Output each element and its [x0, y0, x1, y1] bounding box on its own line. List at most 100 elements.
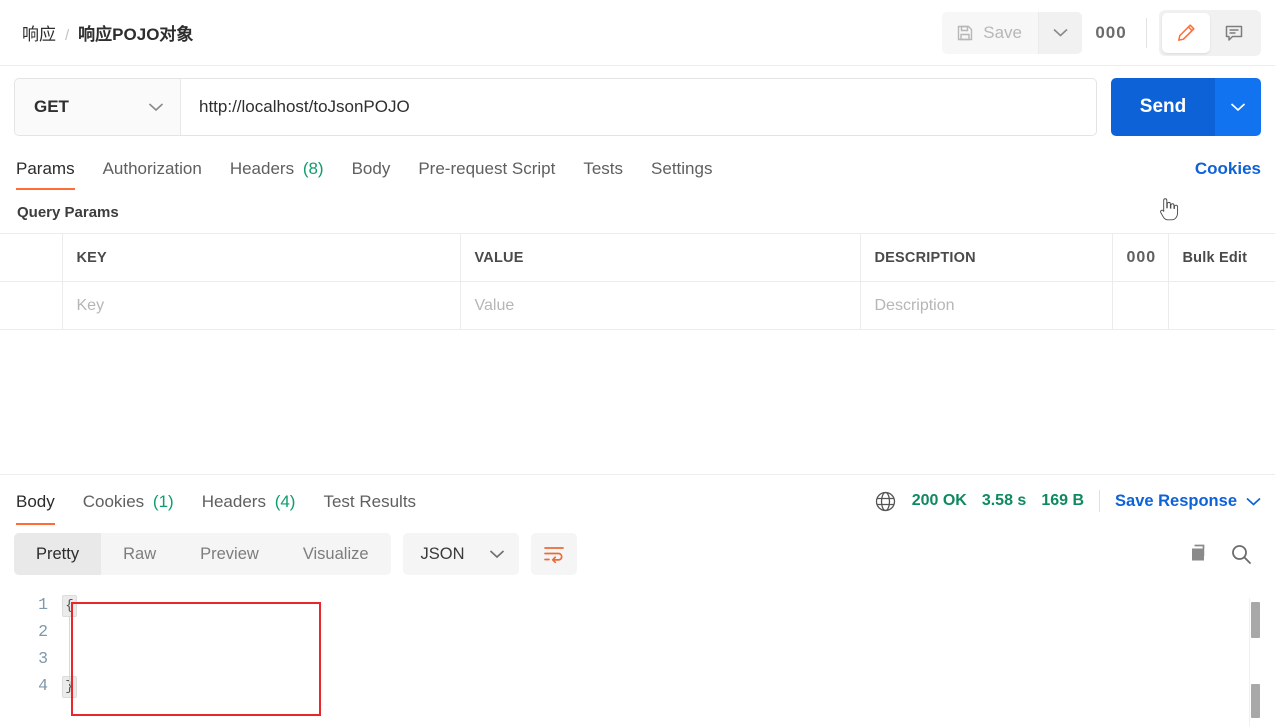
param-description-input[interactable]: Description: [860, 281, 1113, 330]
tab-authorization-label: Authorization: [102, 159, 202, 178]
column-header-description: DESCRIPTION: [860, 233, 1113, 282]
save-response-label: Save Response: [1115, 491, 1237, 510]
response-body-code: 1 2 3 4 { } "name": "itcast", "age": 15: [0, 585, 1275, 711]
http-method-value: GET: [34, 97, 69, 116]
top-bar-actions: Save 000: [942, 9, 1261, 56]
tab-pre-request-script[interactable]: Pre-request Script: [404, 159, 569, 190]
response-tab-body[interactable]: Body: [16, 478, 69, 525]
response-body-toolbar: Pretty Raw Preview Visualize JSON: [0, 527, 1275, 585]
chevron-down-icon: [1053, 28, 1068, 37]
comment-button[interactable]: [1210, 13, 1258, 53]
save-button-group: Save: [942, 11, 1082, 54]
toolbar-divider: [1146, 17, 1147, 48]
response-tab-headers[interactable]: Headers (4): [188, 478, 310, 525]
http-method-select[interactable]: GET: [15, 79, 181, 135]
request-tabs: Params Authorization Headers (8) Body Pr…: [0, 146, 1275, 190]
response-tab-test-results-label: Test Results: [323, 491, 417, 511]
tab-tests-label: Tests: [583, 159, 624, 178]
response-status-bar: 200 OK 3.58 s 169 B Save Response: [874, 490, 1261, 513]
line-number: 1: [38, 595, 48, 614]
response-tab-cookies-count: (1): [152, 491, 174, 511]
tab-headers-count: (8): [302, 159, 324, 178]
fold-guide-line: [69, 616, 70, 684]
body-format-select[interactable]: JSON: [402, 533, 519, 575]
breadcrumb-current: 响应POJO对象: [78, 25, 194, 44]
tab-settings-label: Settings: [651, 159, 713, 178]
table-row: Key Value Description: [0, 281, 1275, 330]
code-content[interactable]: "name": "itcast", "age": 15: [84, 591, 292, 711]
param-key-input[interactable]: Key: [62, 281, 461, 330]
response-time: 3.58 s: [981, 492, 1027, 509]
send-button-group: Send: [1111, 78, 1261, 136]
scrollbar-thumb-bottom[interactable]: [1251, 684, 1260, 718]
chevron-down-icon: [148, 102, 164, 112]
cookies-link[interactable]: Cookies: [1195, 159, 1261, 190]
column-select-all[interactable]: [0, 233, 63, 282]
status-divider: [1099, 490, 1101, 512]
tab-params-label: Params: [16, 159, 75, 178]
breadcrumb: 响应 / 响应POJO对象: [22, 20, 193, 45]
save-response-button[interactable]: Save Response: [1115, 492, 1261, 511]
send-dropdown-button[interactable]: [1215, 78, 1261, 136]
save-button[interactable]: Save: [942, 11, 1038, 54]
word-wrap-button[interactable]: [530, 533, 577, 575]
tab-headers-label: Headers: [229, 159, 295, 178]
request-empty-area: [0, 330, 1275, 475]
globe-icon: [874, 490, 897, 513]
line-number: 3: [38, 649, 48, 668]
chevron-down-icon: [1230, 102, 1246, 112]
more-actions-button[interactable]: 000: [1088, 12, 1134, 54]
tab-params[interactable]: Params: [16, 159, 89, 190]
params-more-button[interactable]: 000: [1112, 233, 1169, 282]
floppy-disk-icon: [956, 24, 974, 42]
comment-icon: [1223, 22, 1245, 44]
column-header-key: KEY: [62, 233, 461, 282]
query-params-table: KEY VALUE DESCRIPTION 000 Bulk Edit Key …: [0, 233, 1275, 330]
tab-authorization[interactable]: Authorization: [89, 159, 216, 190]
scrollbar-thumb-top[interactable]: [1251, 602, 1260, 638]
request-url-row: GET Send: [0, 66, 1275, 221]
tab-body[interactable]: Body: [338, 159, 405, 190]
url-input[interactable]: [181, 79, 1096, 135]
response-tab-test-results[interactable]: Test Results: [309, 478, 430, 525]
fold-open-brace[interactable]: {: [62, 595, 77, 617]
query-params-title: Query Params: [17, 204, 119, 221]
row-checkbox[interactable]: [0, 281, 63, 330]
line-number-gutter: 1 2 3 4: [0, 591, 62, 711]
line-number: 4: [38, 676, 48, 695]
response-status-code: 200 OK: [911, 492, 967, 509]
copy-icon[interactable]: [1187, 542, 1211, 566]
save-dropdown-button[interactable]: [1038, 11, 1082, 54]
row-trailing-cell: [1168, 281, 1275, 330]
body-format-value: JSON: [420, 544, 465, 563]
response-tabs: Body Cookies (1) Headers (4) Test Result…: [0, 475, 1275, 527]
word-wrap-icon: [542, 543, 566, 565]
breadcrumb-separator: /: [65, 27, 70, 44]
tab-body-label: Body: [351, 159, 391, 178]
response-tab-headers-label: Headers: [201, 491, 266, 511]
body-view-raw[interactable]: Raw: [101, 533, 178, 575]
edit-comment-toggle-group: [1159, 9, 1261, 56]
more-dots-icon: 000: [1126, 248, 1157, 266]
body-view-pretty[interactable]: Pretty: [14, 533, 102, 575]
url-bar: GET: [14, 78, 1097, 136]
bulk-edit-button[interactable]: Bulk Edit: [1168, 233, 1275, 282]
body-view-visualize[interactable]: Visualize: [281, 533, 391, 575]
tab-headers[interactable]: Headers (8): [216, 159, 338, 190]
body-view-switcher: Pretty Raw Preview Visualize: [14, 533, 391, 575]
code-scrollbar[interactable]: [1249, 598, 1260, 726]
table-header-row: KEY VALUE DESCRIPTION 000 Bulk Edit: [0, 233, 1275, 282]
param-value-input[interactable]: Value: [460, 281, 861, 330]
tab-settings[interactable]: Settings: [637, 159, 726, 190]
search-icon[interactable]: [1229, 542, 1253, 566]
more-dots-icon: 000: [1095, 22, 1127, 42]
send-button[interactable]: Send: [1111, 78, 1215, 136]
tab-tests[interactable]: Tests: [569, 159, 637, 190]
response-tab-cookies[interactable]: Cookies (1): [69, 478, 188, 525]
top-bar: 响应 / 响应POJO对象 Save 000: [0, 0, 1275, 66]
body-view-preview[interactable]: Preview: [178, 533, 281, 575]
breadcrumb-parent[interactable]: 响应: [22, 20, 56, 45]
edit-request-button[interactable]: [1162, 12, 1210, 53]
line-number: 2: [38, 622, 48, 641]
